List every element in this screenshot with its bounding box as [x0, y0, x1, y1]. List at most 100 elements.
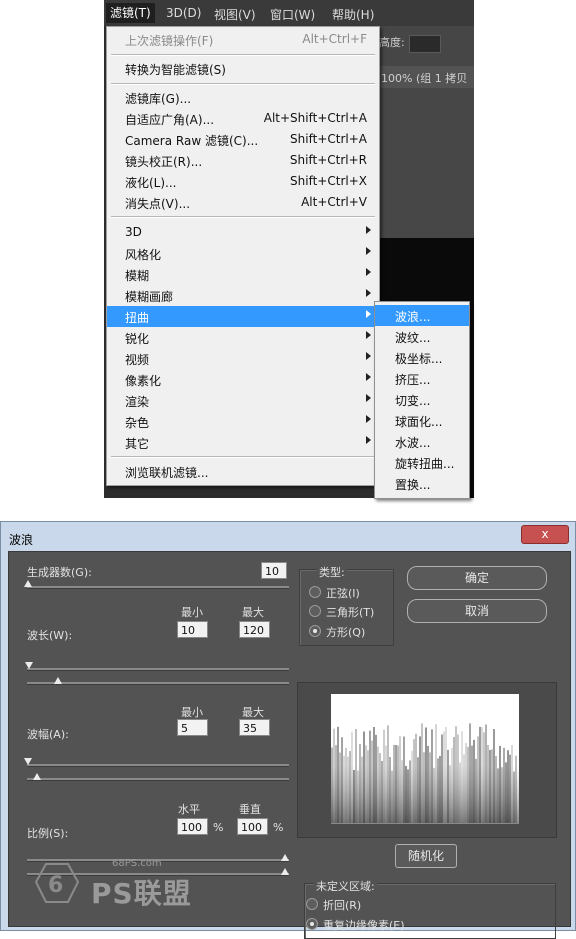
wavelength-max-thumb[interactable] [54, 677, 62, 684]
type-sine-radio[interactable] [309, 586, 321, 598]
wavelength-max-track[interactable] [27, 682, 289, 685]
amplitude-min-input[interactable]: 5 [177, 719, 208, 736]
submenu-item-shear[interactable]: 切变... [375, 389, 469, 410]
dialog-body: 生成器数(G): 10 最小 最大 波长(W): 10 120 最小 最大 波幅… [8, 551, 571, 939]
amplitude-min-thumb[interactable] [24, 758, 32, 765]
menu-window[interactable]: 窗口(W) [270, 6, 315, 23]
menu-item-liquify[interactable]: 液化(L)... Shift+Ctrl+X [107, 171, 379, 192]
type-square-label: 方形(Q) [326, 626, 366, 639]
submenu-item-polar-coordinates[interactable]: 极坐标... [375, 347, 469, 368]
scale-horizontal-thumb[interactable] [281, 854, 289, 861]
menu-item-browse-online[interactable]: 浏览联机滤镜... [107, 461, 379, 482]
submenu-arrow-icon [366, 247, 371, 255]
menu-item-blur[interactable]: 模糊 [107, 264, 379, 285]
randomize-button[interactable]: 随机化 [395, 844, 457, 868]
generators-input[interactable]: 10 [261, 562, 287, 579]
menu-separator [111, 216, 375, 218]
document-area [379, 88, 474, 238]
watermark-brand: PS联盟 [91, 877, 192, 910]
menu-3d[interactable]: 3D(D) [166, 6, 201, 20]
svg-text:6: 6 [48, 873, 63, 898]
type-triangle-radio[interactable] [309, 605, 321, 617]
menu-item-pixelate[interactable]: 像素化 [107, 369, 379, 390]
submenu-item-zigzag[interactable]: 水波... [375, 431, 469, 452]
menu-item-stylize[interactable]: 风格化 [107, 243, 379, 264]
distort-submenu: 波浪... 波纹... 极坐标... 挤压... 切变... 球面化... 水波… [374, 301, 470, 499]
menu-item-filter-gallery[interactable]: 滤镜库(G)... [107, 87, 379, 108]
amplitude-min-track[interactable] [27, 764, 289, 767]
height-label: 高度: [379, 36, 405, 49]
scale-horizontal-unit: % [213, 821, 224, 834]
submenu-arrow-icon [366, 331, 371, 339]
filter-menu: 上次滤镜操作(F) Alt+Ctrl+F 转换为智能滤镜(S) 滤镜库(G)...… [106, 26, 380, 486]
submenu-item-wave[interactable]: 波浪... [375, 305, 469, 326]
submenu-arrow-icon [366, 415, 371, 423]
document-tab[interactable]: 100% (组 1 拷贝 [379, 66, 474, 88]
menu-item-video[interactable]: 视频 [107, 348, 379, 369]
wavelength-min-track[interactable] [27, 668, 289, 671]
scale-vertical-unit: % [273, 821, 284, 834]
menu-separator [111, 456, 375, 458]
menu-item-vanishing-point[interactable]: 消失点(V)... Alt+Ctrl+V [107, 192, 379, 213]
submenu-arrow-icon [366, 436, 371, 444]
amplitude-min-heading: 最小 [181, 706, 203, 719]
submenu-item-ripple[interactable]: 波纹... [375, 326, 469, 347]
amplitude-max-track[interactable] [27, 778, 289, 781]
scale-vertical-input[interactable]: 100 [237, 818, 268, 835]
menu-item-camera-raw[interactable]: Camera Raw 滤镜(C)... Shift+Ctrl+A [107, 129, 379, 150]
menu-view[interactable]: 视图(V) [214, 6, 256, 23]
menu-item-noise[interactable]: 杂色 [107, 411, 379, 432]
menu-item-sharpen[interactable]: 锐化 [107, 327, 379, 348]
amplitude-max-input[interactable]: 35 [239, 719, 270, 736]
amplitude-label: 波幅(A): [27, 728, 69, 741]
menu-help[interactable]: 帮助(H) [332, 6, 374, 23]
menu-item-render[interactable]: 渲染 [107, 390, 379, 411]
menu-item-other[interactable]: 其它 [107, 432, 379, 453]
scale-label: 比例(S): [27, 827, 69, 840]
type-square-radio[interactable] [309, 625, 321, 637]
ok-button[interactable]: 确定 [407, 566, 547, 590]
cancel-button[interactable]: 取消 [407, 599, 547, 623]
height-input[interactable] [409, 35, 441, 53]
submenu-arrow-icon [366, 352, 371, 360]
menu-item-convert-smart-filter[interactable]: 转换为智能滤镜(S) [107, 58, 379, 79]
menu-item-3d[interactable]: 3D [107, 222, 379, 243]
wavelength-min-input[interactable]: 10 [177, 621, 208, 638]
submenu-item-displace[interactable]: 置换... [375, 473, 469, 494]
preview-image [331, 694, 519, 824]
undefined-areas-label: 未定义区域: [314, 878, 377, 894]
submenu-item-pinch[interactable]: 挤压... [375, 368, 469, 389]
submenu-arrow-icon [366, 373, 371, 381]
menu-item-lens-correction[interactable]: 镜头校正(R)... Shift+Ctrl+R [107, 150, 379, 171]
repeat-edge-radio[interactable] [306, 918, 318, 930]
menu-filter[interactable]: 滤镜(T) [106, 3, 155, 23]
watermark-site: 68PS.com [112, 858, 162, 869]
menu-item-blur-gallery[interactable]: 模糊画廊 [107, 285, 379, 306]
generators-slider-thumb[interactable] [24, 580, 32, 587]
amplitude-max-thumb[interactable] [33, 773, 41, 780]
menu-item-adaptive-wide-angle[interactable]: 自适应广角(A)... Alt+Shift+Ctrl+A [107, 108, 379, 129]
scale-horizontal-heading: 水平 [178, 803, 200, 816]
amplitude-max-heading: 最大 [242, 706, 264, 719]
document-tab-label: 100% (组 1 拷贝 [381, 72, 468, 85]
wavelength-min-heading: 最小 [181, 606, 203, 619]
scale-horizontal-input[interactable]: 100 [177, 818, 208, 835]
generators-slider-track[interactable] [27, 586, 289, 589]
wavelength-min-thumb[interactable] [25, 662, 33, 669]
options-bar: 高度: [379, 26, 474, 66]
scale-vertical-thumb[interactable] [281, 868, 289, 875]
wavelength-label: 波长(W): [27, 629, 73, 642]
watermark-logo-icon: 6 [34, 863, 80, 903]
menu-item-distort[interactable]: 扭曲 [107, 306, 379, 327]
wave-dialog: 波浪 x 生成器数(G): 10 最小 最大 波长(W): 10 120 最小 … [0, 521, 576, 939]
wrap-around-radio[interactable] [306, 898, 318, 910]
menu-bar: 滤镜(T) 3D(D) 视图(V) 窗口(W) 帮助(H) [104, 0, 474, 26]
close-button[interactable]: x [521, 525, 569, 544]
submenu-arrow-icon [366, 310, 371, 318]
scale-vertical-heading: 垂直 [239, 803, 261, 816]
wavelength-max-heading: 最大 [242, 606, 264, 619]
submenu-arrow-icon [366, 289, 371, 297]
submenu-item-twirl[interactable]: 旋转扭曲... [375, 452, 469, 473]
submenu-item-spherize[interactable]: 球面化... [375, 410, 469, 431]
wavelength-max-input[interactable]: 120 [239, 621, 270, 638]
